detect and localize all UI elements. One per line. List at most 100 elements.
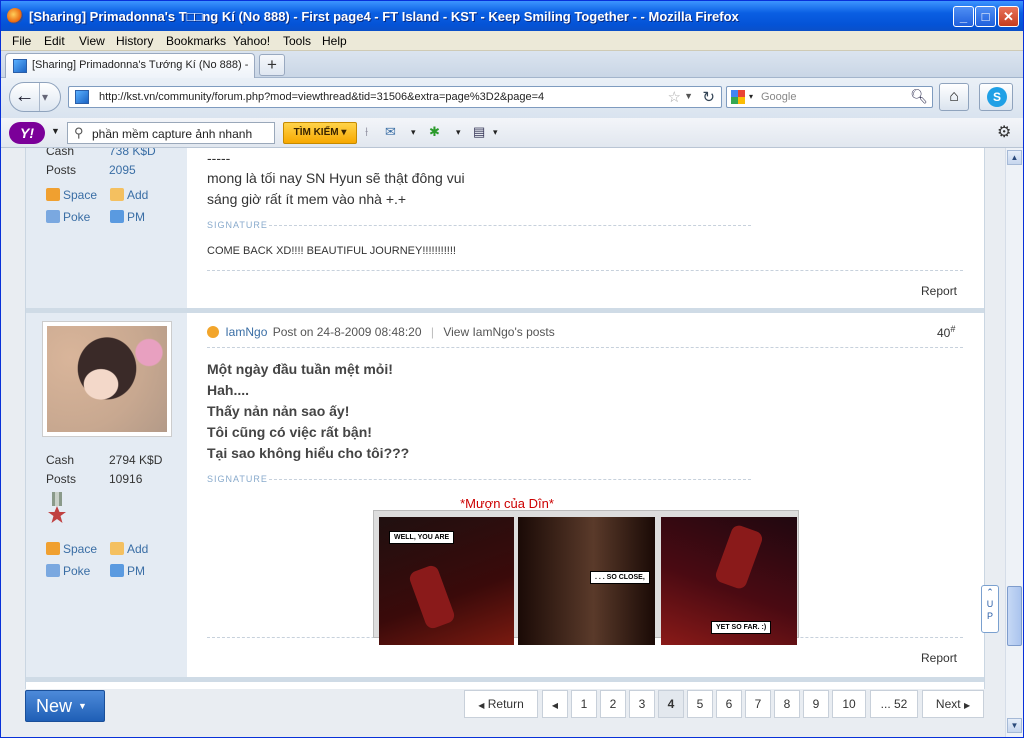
- signature-label: SIGNATURE: [207, 474, 268, 484]
- author-link[interactable]: IamNgo: [225, 325, 267, 339]
- yahoo-logo[interactable]: Y!: [9, 122, 45, 144]
- add-friend-link[interactable]: Add: [110, 188, 148, 202]
- scrollbar-thumb[interactable]: [1007, 586, 1022, 646]
- comic-text: . . . SO CLOSE,: [590, 571, 650, 584]
- back-button[interactable]: ←: [10, 83, 40, 111]
- avatar-image: [47, 326, 167, 432]
- pages-icon[interactable]: ▤: [473, 124, 485, 140]
- yahoo-search-button[interactable]: TÌM KIẾM ▾: [283, 122, 357, 144]
- post-footer-divider: [207, 270, 963, 271]
- poke-link[interactable]: Poke: [46, 210, 90, 224]
- return-button[interactable]: ◀ Return: [464, 690, 538, 718]
- space-link[interactable]: Space: [46, 542, 97, 556]
- site-favicon-icon: [13, 59, 27, 73]
- report-link[interactable]: Report: [921, 651, 957, 665]
- new-post-button[interactable]: New ▼: [25, 690, 105, 722]
- mail-dropdown-icon[interactable]: ▾: [411, 127, 416, 138]
- search-icon[interactable]: 🔍︎: [910, 88, 928, 105]
- scroll-down-button[interactable]: ▼: [1007, 718, 1022, 733]
- page-link[interactable]: 5: [687, 690, 713, 718]
- menu-view[interactable]: View: [79, 34, 105, 48]
- page-link[interactable]: 3: [629, 690, 655, 718]
- posts-label: Posts: [46, 163, 77, 177]
- avatar[interactable]: [42, 321, 172, 437]
- menu-help[interactable]: Help: [322, 34, 347, 48]
- mail-icon[interactable]: ✉: [385, 124, 396, 140]
- history-dropdown-icon[interactable]: ▾: [42, 83, 60, 111]
- page-link[interactable]: 8: [774, 690, 800, 718]
- vertical-scrollbar[interactable]: ▲ ▼: [1005, 148, 1023, 737]
- post-text-line: mong là tối nay SN Hyun sẽ thật đông vui: [207, 170, 465, 186]
- menu-file[interactable]: File: [12, 34, 31, 48]
- url-text: http://kst.vn/community/forum.php?mod=vi…: [99, 91, 545, 103]
- window-title: [Sharing] Primadonna's T□□ng Kí (No 888)…: [29, 9, 739, 24]
- poke-link[interactable]: Poke: [46, 564, 90, 578]
- post-text-line: Một ngày đầu tuần mệt mỏi!: [207, 361, 393, 377]
- url-dropdown-icon[interactable]: ▼: [684, 91, 693, 101]
- view-author-posts-link[interactable]: View IamNgo's posts: [443, 325, 554, 339]
- pages-dropdown-icon[interactable]: ▾: [493, 127, 498, 138]
- menu-tools[interactable]: Tools: [283, 34, 311, 48]
- reload-icon[interactable]: ↻: [702, 88, 715, 106]
- thread-bottom-bar: New ▼ ◀ Return ◀ 1 2 3 4 5 6 7 8 9 10 ...…: [1, 689, 1005, 737]
- search-bar[interactable]: ▾ Google 🔍︎: [726, 86, 933, 108]
- menu-history[interactable]: History: [116, 34, 153, 48]
- close-button[interactable]: ✕: [998, 6, 1019, 27]
- widget-icon[interactable]: ✱: [429, 124, 440, 140]
- online-status-icon: [207, 326, 219, 338]
- handshake-icon: [110, 188, 124, 201]
- toolbar-divider-icon: ⟊: [365, 124, 369, 139]
- handshake-icon: [110, 542, 124, 555]
- home-icon: [46, 188, 60, 201]
- space-link[interactable]: Space: [46, 188, 97, 202]
- page-link-current[interactable]: 4: [658, 690, 684, 718]
- yahoo-search-input[interactable]: ⚲ phần mềm capture ảnh nhanh: [67, 122, 275, 144]
- pm-link[interactable]: PM: [110, 210, 145, 224]
- pm-link[interactable]: PM: [110, 564, 145, 578]
- prev-page-button[interactable]: ◀: [542, 690, 568, 718]
- post-text-line: sáng giờ rất ít mem vào nhà +.+: [207, 191, 407, 207]
- skype-button[interactable]: S: [979, 83, 1013, 111]
- firefox-icon: [7, 8, 23, 24]
- scroll-to-top-button[interactable]: ⌃ U P: [981, 585, 999, 633]
- bookmark-star-icon[interactable]: ☆: [668, 88, 681, 106]
- gear-icon[interactable]: ⚙: [997, 122, 1011, 142]
- post-header: IamNgo Post on 24-8-2009 08:48:20 | View…: [207, 325, 555, 339]
- tab-forum-thread[interactable]: [Sharing] Primadonna's Tướng Kí (No 888)…: [5, 53, 255, 78]
- space-link-label: Space: [63, 188, 98, 202]
- cash-value: 738 K$D: [109, 148, 156, 158]
- menu-edit[interactable]: Edit: [44, 34, 65, 48]
- page-link[interactable]: 6: [716, 690, 742, 718]
- post-floor-number[interactable]: 40#: [937, 324, 955, 340]
- page-link[interactable]: 9: [803, 690, 829, 718]
- minimize-button[interactable]: _: [953, 6, 974, 27]
- next-page-button[interactable]: Next ▶: [922, 690, 984, 718]
- add-friend-link[interactable]: Add: [110, 542, 148, 556]
- page-link-last[interactable]: ... 52: [870, 690, 918, 718]
- menu-bookmarks[interactable]: Bookmarks: [166, 34, 226, 48]
- signature-divider: [269, 479, 751, 480]
- widget-dropdown-icon[interactable]: ▾: [456, 127, 461, 138]
- medal-icon: [48, 492, 66, 523]
- google-icon[interactable]: [731, 90, 745, 104]
- home-button[interactable]: ⌂: [939, 83, 969, 111]
- new-tab-button[interactable]: +: [259, 54, 285, 76]
- floor-sup: #: [950, 324, 956, 334]
- scroll-up-button[interactable]: ▲: [1007, 150, 1022, 165]
- search-engine-dropdown-icon[interactable]: ▾: [749, 92, 753, 101]
- page-link[interactable]: 2: [600, 690, 626, 718]
- cash-label: Cash: [46, 453, 75, 467]
- home-icon: [46, 542, 60, 555]
- cash-label: Cash: [46, 148, 75, 158]
- maximize-button[interactable]: □: [975, 6, 996, 27]
- page-link[interactable]: 7: [745, 690, 771, 718]
- page-link[interactable]: 1: [571, 690, 597, 718]
- pm-link-label: PM: [127, 564, 145, 578]
- post-text-line: Hah....: [207, 382, 250, 398]
- menu-yahoo[interactable]: Yahoo!: [233, 34, 270, 48]
- post-text-line: Tôi cũng có việc rất bận!: [207, 424, 372, 440]
- report-link[interactable]: Report: [921, 284, 957, 298]
- yahoo-dropdown-icon[interactable]: ▼: [51, 126, 60, 136]
- url-bar[interactable]: http://kst.vn/community/forum.php?mod=vi…: [68, 86, 722, 108]
- page-link[interactable]: 10: [832, 690, 866, 718]
